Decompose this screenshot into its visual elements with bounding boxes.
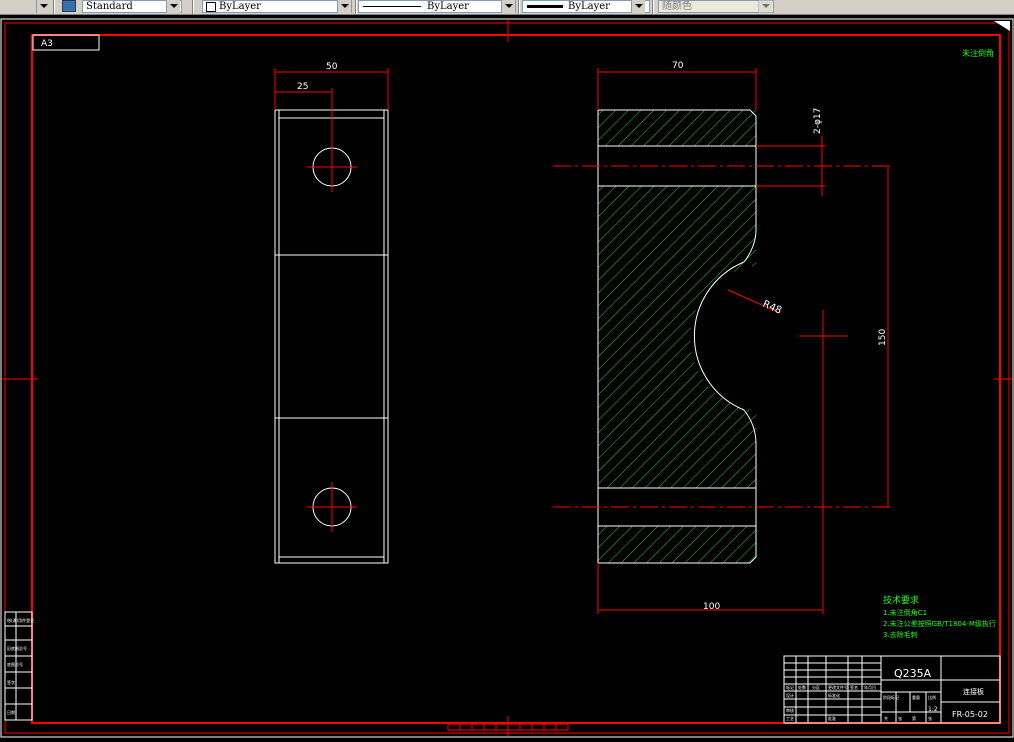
- tech-req-title: 技术要求: [883, 594, 919, 606]
- title-cell-label: 工艺: [786, 716, 794, 721]
- tech-requirements: 技术要求 1.未注倒角C1 2.未注公差按照GB/T1804-M级执行 3.去除…: [883, 594, 996, 639]
- layer-select[interactable]: ByLayer: [202, 0, 352, 13]
- toolbar-separator: [518, 0, 520, 14]
- prev-dropdown-arrow[interactable]: [36, 0, 50, 13]
- linetype-select[interactable]: ByLayer: [358, 0, 516, 13]
- title-cell-label: 标记: [786, 684, 794, 690]
- dim-hole-spec: 2-φ17: [813, 108, 823, 134]
- lineweight-dropdown-arrow[interactable]: [631, 0, 645, 13]
- title-cell-label: 年月日: [864, 684, 876, 690]
- color-value: 随颜色: [662, 1, 692, 12]
- title-cell-label: 张: [898, 715, 902, 721]
- title-cell-label: 设计: [786, 692, 794, 698]
- sheet-border: [0, 18, 1014, 738]
- scale-text: 1:2: [928, 706, 938, 713]
- linetype-sample: [363, 6, 421, 7]
- corner-note: 未注倒角: [962, 48, 994, 58]
- title-cell-label: 第: [912, 715, 916, 721]
- sheet-size-text: A3: [41, 39, 53, 49]
- title-cell-label: 签名: [850, 684, 858, 690]
- title-cell-label: 阶段标记: [883, 694, 899, 700]
- linetype-dropdown-arrow[interactable]: [501, 0, 515, 13]
- section-view: [597, 109, 762, 564]
- material-text: Q235A: [894, 667, 932, 680]
- layer-value: ByLayer: [219, 1, 261, 12]
- text-style-dropdown-arrow[interactable]: [166, 0, 180, 13]
- dim-height: 150: [878, 329, 888, 346]
- drawing-number-text: FR-05-02: [952, 710, 988, 719]
- color-select[interactable]: 随颜色: [658, 0, 774, 13]
- lineweight-value: ByLayer: [568, 1, 610, 12]
- color-swatch-icon: [206, 1, 216, 12]
- side-stamp-labels: 借(通)用件登记 旧底图总号 底图总号 签字 日期: [7, 617, 34, 715]
- side-stamp-label: 日期: [7, 709, 15, 715]
- title-cell-label: 审核: [786, 707, 794, 713]
- front-dimensions: [274, 68, 389, 140]
- dim-front-hole-offset: 25: [297, 82, 308, 92]
- toolbar-separator: [652, 0, 654, 14]
- title-cell-label: 分区: [812, 684, 820, 690]
- title-cell-label: 标准化: [828, 692, 840, 698]
- lineweight-sample: [527, 5, 563, 8]
- tech-req-line3: 3.去除毛刺: [883, 630, 918, 639]
- front-centerlines: [307, 140, 357, 532]
- toolbar-separator: [192, 0, 194, 14]
- dim-base-length: 100: [703, 602, 720, 612]
- title-cell-label: 批准: [828, 715, 836, 721]
- tech-req-line2: 2.未注公差按照GB/T1804-M级执行: [883, 619, 996, 628]
- toolbar-separator: [355, 0, 357, 14]
- tech-req-line1: 1.未注倒角C1: [883, 608, 927, 617]
- linetype-value: ByLayer: [427, 1, 469, 12]
- title-cell-label: 重量: [912, 694, 920, 700]
- dim-radius: R48: [761, 299, 783, 317]
- dim-section-width: 70: [672, 61, 684, 71]
- part-name-text: 连接板: [963, 687, 984, 696]
- side-stamp-label: 底图总号: [7, 661, 23, 667]
- title-block-texts: Q235A 连接板 FR-05-02 1:2 标记 处数 分区 更改文件号 签名…: [786, 667, 988, 721]
- title-cell-label: 更改文件号: [828, 684, 848, 690]
- title-cell-label: 共: [884, 715, 888, 721]
- text-style-value: Standard: [86, 1, 133, 12]
- dim-front-width: 50: [326, 62, 338, 72]
- title-cell-label: 比例: [928, 694, 936, 700]
- side-stamp-label: 借(通)用件登记: [7, 617, 34, 623]
- toolbar-separator: [53, 0, 55, 14]
- layer-dropdown-arrow[interactable]: [337, 0, 351, 13]
- title-cell-label: 张: [928, 715, 932, 721]
- sheet-size-label: A3: [32, 34, 100, 51]
- drawing-canvas[interactable]: A3 未注倒角 50 25 70 2-φ17 R48 150 100 技术要求 …: [0, 14, 1014, 742]
- side-stamp-label: 签字: [7, 679, 15, 685]
- text-style-icon[interactable]: [62, 0, 76, 12]
- side-stamp-label: 旧底图总号: [7, 645, 27, 651]
- properties-toolbar: Standard ByLayer ByLayer ByLayer 随颜色: [0, 0, 1014, 15]
- color-dropdown-arrow[interactable]: [758, 0, 772, 13]
- title-cell-label: 处数: [798, 684, 806, 690]
